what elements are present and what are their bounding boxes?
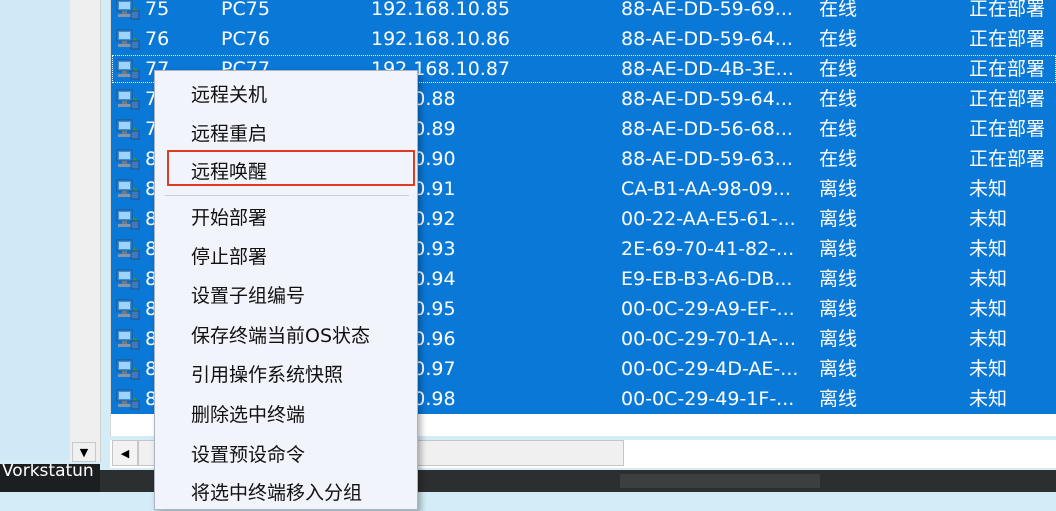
computer-network-icon xyxy=(115,179,141,201)
computer-network-icon xyxy=(115,329,141,351)
row-deploy-state: 未知 xyxy=(969,328,1008,350)
row-deploy-state: 未知 xyxy=(969,238,1008,260)
row-status: 在线 xyxy=(819,88,858,110)
row-mac: 88-AE-DD-56-68... xyxy=(621,118,793,140)
menu-item[interactable]: 引用操作系统快照 xyxy=(155,357,417,393)
menu-item[interactable]: 设置预设命令 xyxy=(155,437,417,473)
computer-network-icon xyxy=(115,389,141,411)
row-id: 75 xyxy=(145,0,170,20)
row-ip: 192.168.10.85 xyxy=(371,0,511,20)
left-vertical-scrollbar[interactable] xyxy=(70,0,101,462)
row-mac: 88-AE-DD-4B-3E... xyxy=(621,58,794,80)
table-row[interactable]: 75 PC75 192.168.10.85 88-AE-DD-59-69... 在线 正在… xyxy=(111,0,1056,24)
menu-item[interactable]: 将选中终端移入分组 xyxy=(155,475,417,511)
row-status: 在线 xyxy=(819,118,858,140)
scroll-down-button[interactable]: ▼ xyxy=(72,442,96,462)
row-deploy-state: 正在部署 xyxy=(969,58,1046,80)
row-mac: 88-AE-DD-59-69... xyxy=(621,0,793,20)
row-mac: CA-B1-AA-98-09... xyxy=(621,178,791,200)
row-mac: 00-0C-29-A9-EF-... xyxy=(621,298,795,320)
row-status: 离线 xyxy=(819,328,858,350)
scroll-left-button[interactable]: ◀ xyxy=(112,440,138,466)
row-name: PC76 xyxy=(221,28,270,50)
row-mac: 00-0C-29-70-1A-... xyxy=(621,328,796,350)
row-status: 离线 xyxy=(819,358,858,380)
computer-network-icon xyxy=(115,119,141,141)
menu-item[interactable]: 设置子组编号 xyxy=(155,278,417,314)
left-tree-pane xyxy=(0,0,70,460)
computer-network-icon xyxy=(115,299,141,321)
menu-separator xyxy=(165,195,409,196)
row-status: 离线 xyxy=(819,178,858,200)
menu-item[interactable]: 删除选中终端 xyxy=(155,397,417,433)
row-deploy-state: 正在部署 xyxy=(969,0,1046,20)
menu-item[interactable]: 远程重启 xyxy=(155,116,417,152)
row-deploy-state: 正在部署 xyxy=(969,118,1046,140)
row-deploy-state: 正在部署 xyxy=(969,148,1046,170)
row-status: 在线 xyxy=(819,0,858,20)
computer-network-icon xyxy=(115,0,141,21)
row-status: 在线 xyxy=(819,28,858,50)
row-id: 76 xyxy=(145,28,170,50)
menu-item[interactable]: 远程关机 xyxy=(155,77,417,113)
row-deploy-state: 未知 xyxy=(969,358,1008,380)
row-mac: 00-0C-29-49-1F-... xyxy=(621,388,795,410)
row-mac: 88-AE-DD-59-64... xyxy=(621,28,793,50)
row-deploy-state: 未知 xyxy=(969,388,1008,410)
row-mac: 2E-69-70-41-82-... xyxy=(621,238,795,260)
row-mac: 88-AE-DD-59-64... xyxy=(621,88,793,110)
row-deploy-state: 未知 xyxy=(969,208,1008,230)
row-deploy-state: 正在部署 xyxy=(969,28,1046,50)
row-status: 在线 xyxy=(819,58,858,80)
row-mac: 00-22-AA-E5-61-... xyxy=(621,208,796,230)
row-status: 离线 xyxy=(819,238,858,260)
menu-item[interactable]: 远程唤醒 xyxy=(155,154,417,190)
computer-network-icon xyxy=(115,269,141,291)
computer-network-icon xyxy=(115,59,141,81)
computer-network-icon xyxy=(115,359,141,381)
row-mac: 00-0C-29-4D-AE-... xyxy=(621,358,799,380)
row-status: 离线 xyxy=(819,298,858,320)
table-row[interactable]: 76 PC76 192.168.10.86 88-AE-DD-59-64... 在线 正在… xyxy=(111,24,1056,54)
computer-network-icon xyxy=(115,89,141,111)
row-deploy-state: 未知 xyxy=(969,298,1008,320)
computer-network-icon xyxy=(115,209,141,231)
computer-network-icon xyxy=(115,149,141,171)
computer-network-icon xyxy=(115,239,141,261)
row-status: 离线 xyxy=(819,388,858,410)
row-status: 离线 xyxy=(819,208,858,230)
row-ip: 192.168.10.86 xyxy=(371,28,511,50)
row-deploy-state: 未知 xyxy=(969,268,1008,290)
row-status: 离线 xyxy=(819,268,858,290)
row-name: PC75 xyxy=(221,0,270,20)
menu-item[interactable]: 开始部署 xyxy=(155,200,417,236)
computer-network-icon xyxy=(115,29,141,51)
row-status: 在线 xyxy=(819,148,858,170)
menu-item[interactable]: 停止部署 xyxy=(155,239,417,275)
row-deploy-state: 未知 xyxy=(969,178,1008,200)
row-mac: 88-AE-DD-59-63... xyxy=(621,148,793,170)
menu-item[interactable]: 保存终端当前OS状态 xyxy=(155,318,417,354)
row-deploy-state: 正在部署 xyxy=(969,88,1046,110)
context-menu: 远程关机 远程重启 远程唤醒开始部署 停止部署 设置子组编号 保存终端当前OS状态 引用操作… xyxy=(154,70,418,510)
row-mac: E9-EB-B3-A6-DB... xyxy=(621,268,793,290)
left-pane-label: Vorkstatun xyxy=(0,464,100,492)
